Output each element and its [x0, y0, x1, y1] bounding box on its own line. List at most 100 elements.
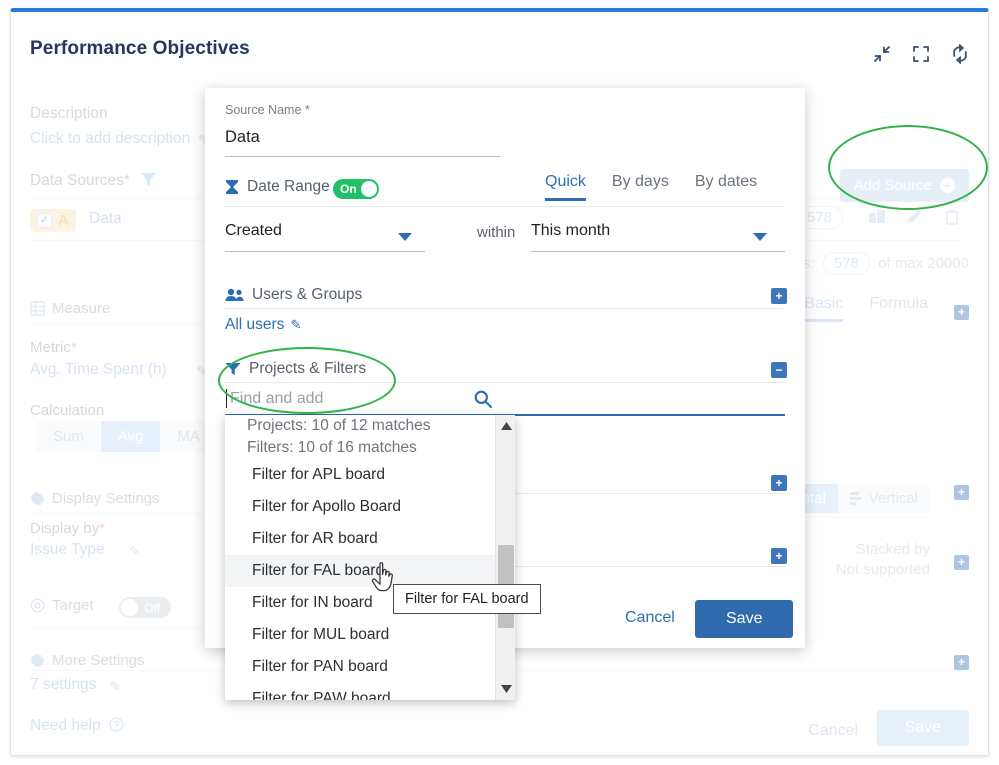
trash-icon[interactable] — [944, 208, 960, 231]
users-groups-expand-button[interactable]: + — [771, 288, 787, 304]
list-item[interactable]: Filter for APL board — [225, 459, 515, 491]
bar-vertical-icon — [850, 492, 863, 505]
projects-matches-header: Projects: 10 of 12 matches — [225, 415, 515, 437]
list-item[interactable]: Filter for PAN board — [225, 651, 515, 683]
calc-option-sum[interactable]: Sum — [36, 421, 101, 452]
search-results-dropdown[interactable]: Projects: 10 of 12 matches Filters: 10 o… — [225, 415, 515, 700]
projects-filters-collapse-button[interactable]: − — [771, 362, 787, 378]
expand-button-5[interactable]: + — [771, 475, 787, 491]
text-cursor — [226, 389, 227, 408]
expand-button-2[interactable]: + — [954, 485, 969, 500]
list-item[interactable]: Filter for MUL board — [225, 619, 515, 651]
pencil-icon-moresettings[interactable]: ✎ — [109, 678, 121, 695]
target-toggle[interactable]: Off — [119, 597, 171, 618]
expand-button-6[interactable]: + — [771, 548, 787, 564]
refresh-icon[interactable] — [950, 44, 970, 64]
stacked-by-label: Stacked by — [836, 540, 930, 560]
calc-option-avg[interactable]: Avg — [101, 421, 161, 452]
scroll-up-arrow[interactable] — [496, 417, 515, 435]
fullscreen-icon[interactable] — [911, 44, 931, 64]
metric-value[interactable]: Avg. Time Spent (h) — [30, 361, 167, 379]
gadget-cancel-button[interactable]: Cancel — [808, 722, 858, 740]
chart-tabs[interactable]: Basic Formula — [804, 295, 928, 322]
toggle-knob — [361, 181, 377, 197]
calculation-segmented-control[interactable]: Sum Avg MA — [36, 421, 217, 452]
expand-button-4[interactable]: + — [954, 655, 969, 670]
users-groups-section[interactable]: Users & Groups — [225, 286, 362, 304]
filters-matches-header: Filters: 10 of 16 matches — [225, 437, 515, 459]
date-field-value[interactable]: Created — [225, 222, 282, 240]
stacked-by-block: Stacked by Not supported — [836, 540, 930, 581]
plus-circle-icon: + — [940, 178, 955, 193]
tab-by-dates[interactable]: By dates — [695, 173, 757, 201]
chevron-down-icon-period[interactable] — [753, 233, 767, 241]
total-issues-text: s: 578 of max 20000 — [803, 252, 969, 275]
funnel-icon-projects — [225, 362, 241, 376]
help-icon — [109, 717, 124, 732]
section-divider — [225, 308, 785, 309]
screen: Performance Objectives — [0, 0, 999, 765]
clone-icon[interactable] — [868, 208, 887, 231]
source-name-value[interactable]: Data — [225, 128, 260, 147]
description-placeholder[interactable]: Click to add description — [30, 130, 190, 148]
mouse-cursor — [371, 561, 399, 600]
dialog-cancel-button[interactable]: Cancel — [625, 609, 675, 627]
list-item[interactable]: Filter for PAW board — [225, 683, 515, 700]
pencil-icon-allusers[interactable]: ✎ — [290, 317, 301, 333]
more-settings-value[interactable]: 7 settings — [30, 676, 96, 694]
dropdown-scrollbar[interactable] — [495, 415, 515, 700]
source-name-label: Source Name * — [225, 103, 310, 117]
measure-section-title: Measure — [30, 300, 110, 317]
tab-by-days[interactable]: By days — [612, 173, 669, 201]
tab-formula[interactable]: Formula — [869, 295, 928, 322]
stacked-by-value: Not supported — [836, 560, 930, 580]
tab-quick[interactable]: Quick — [545, 173, 586, 201]
pencil-icon-displayby[interactable]: ✎ — [129, 543, 141, 560]
all-users-link[interactable]: All users ✎ — [225, 316, 301, 334]
tab-basic[interactable]: Basic — [804, 295, 843, 322]
date-range-label: Date Range — [225, 178, 330, 196]
dialog-save-button[interactable]: Save — [695, 600, 793, 638]
display-by-value[interactable]: Issue Type — [30, 541, 105, 559]
checkbox-icon[interactable]: ✓ — [37, 213, 52, 228]
source-letter: A — [58, 212, 69, 229]
data-source-name[interactable]: Data — [89, 210, 122, 228]
row-actions — [868, 208, 960, 231]
display-by-label: Display by* — [30, 520, 105, 537]
divider — [30, 323, 215, 324]
calculation-label: Calculation — [30, 402, 104, 419]
data-source-chip[interactable]: ✓ A — [30, 209, 76, 232]
date-period-underline — [531, 251, 785, 252]
target-section-title: Target — [30, 597, 94, 614]
orientation-vertical[interactable]: Vertical — [838, 484, 930, 513]
section-divider — [225, 382, 785, 383]
pencil-icon-row[interactable] — [906, 208, 925, 231]
chevron-down-icon-datefield[interactable] — [398, 233, 412, 241]
description-label: Description — [30, 105, 108, 123]
gadget-save-button[interactable]: Save — [877, 710, 969, 746]
search-icon[interactable] — [473, 389, 493, 414]
expand-button-3[interactable]: + — [954, 555, 969, 570]
toggle-knob — [121, 599, 138, 616]
metric-label: Metric* — [30, 339, 77, 356]
find-and-add-input[interactable]: Find and add — [230, 390, 323, 408]
funnel-icon — [140, 172, 157, 187]
display-settings-section-title: Display Settings — [30, 490, 160, 507]
date-range-toggle[interactable]: On — [333, 179, 379, 199]
list-item[interactable]: Filter for FAL board — [225, 555, 515, 587]
projects-filters-section[interactable]: Projects & Filters — [225, 360, 366, 378]
table-icon — [30, 301, 45, 316]
add-source-button[interactable]: Add Source + — [840, 169, 969, 202]
list-item[interactable]: Filter for Apollo Board — [225, 491, 515, 523]
within-label: within — [477, 224, 515, 241]
scroll-down-arrow[interactable] — [496, 680, 515, 698]
date-period-value[interactable]: This month — [531, 222, 610, 240]
more-settings-section-title: More Settings — [30, 652, 145, 669]
list-item[interactable]: Filter for AR board — [225, 523, 515, 555]
expand-button-1[interactable]: + — [954, 305, 969, 320]
window-controls — [872, 44, 970, 64]
page-title: Performance Objectives — [30, 38, 250, 60]
date-mode-tabs[interactable]: Quick By days By dates — [545, 173, 757, 201]
collapse-icon[interactable] — [872, 44, 892, 64]
need-help-link[interactable]: Need help — [30, 717, 124, 735]
